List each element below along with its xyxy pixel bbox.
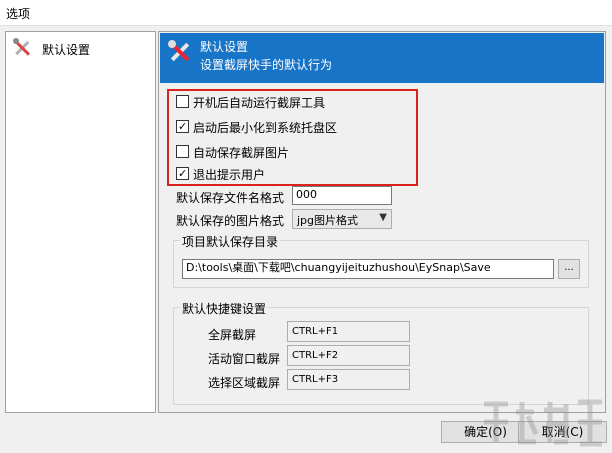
window-title: 选项: [6, 7, 31, 21]
image-format-label: 默认保存的图片格式: [176, 214, 285, 228]
save-dir-input[interactable]: D:\tools\桌面\下载吧\chuangyijeituzhushou\EyS…: [182, 259, 554, 279]
nav-pane: 默认设置: [5, 31, 156, 413]
banner-subtitle: 设置截屏快手的默认行为: [200, 58, 333, 72]
save-dir-legend: 项目默认保存目录: [180, 233, 281, 250]
hotkey-fullscreen-label: 全屏截屏: [207, 328, 256, 342]
hotkey-region-label: 选择区域截屏: [207, 376, 280, 390]
hotkey-window-field[interactable]: CTRL+F2: [287, 345, 410, 366]
highlight-box: [167, 89, 418, 186]
title-bar: 选项: [0, 0, 612, 26]
watermark-logo: [484, 399, 602, 447]
section-banner: 默认设置 设置截屏快手的默认行为: [160, 33, 604, 83]
browse-button[interactable]: ...: [558, 259, 580, 279]
hotkey-fullscreen-field[interactable]: CTRL+F1: [287, 321, 410, 342]
hotkey-legend: 默认快捷键设置: [180, 300, 269, 317]
nav-item-label: 默认设置: [42, 43, 91, 57]
filename-format-label: 默认保存文件名格式: [176, 191, 285, 205]
hotkey-window-label: 活动窗口截屏: [207, 352, 280, 366]
hotkey-region-field[interactable]: CTRL+F3: [287, 369, 410, 390]
image-format-value: jpg图片格式: [297, 214, 359, 227]
banner-title: 默认设置: [200, 40, 249, 54]
image-format-select[interactable]: jpg图片格式 ▼: [292, 209, 392, 229]
chevron-down-icon: ▼: [379, 212, 387, 223]
nav-item-default-settings[interactable]: 默认设置: [9, 35, 149, 61]
tools-icon: [167, 39, 193, 65]
filename-format-input[interactable]: 000: [292, 186, 392, 205]
tools-icon: [12, 37, 34, 59]
